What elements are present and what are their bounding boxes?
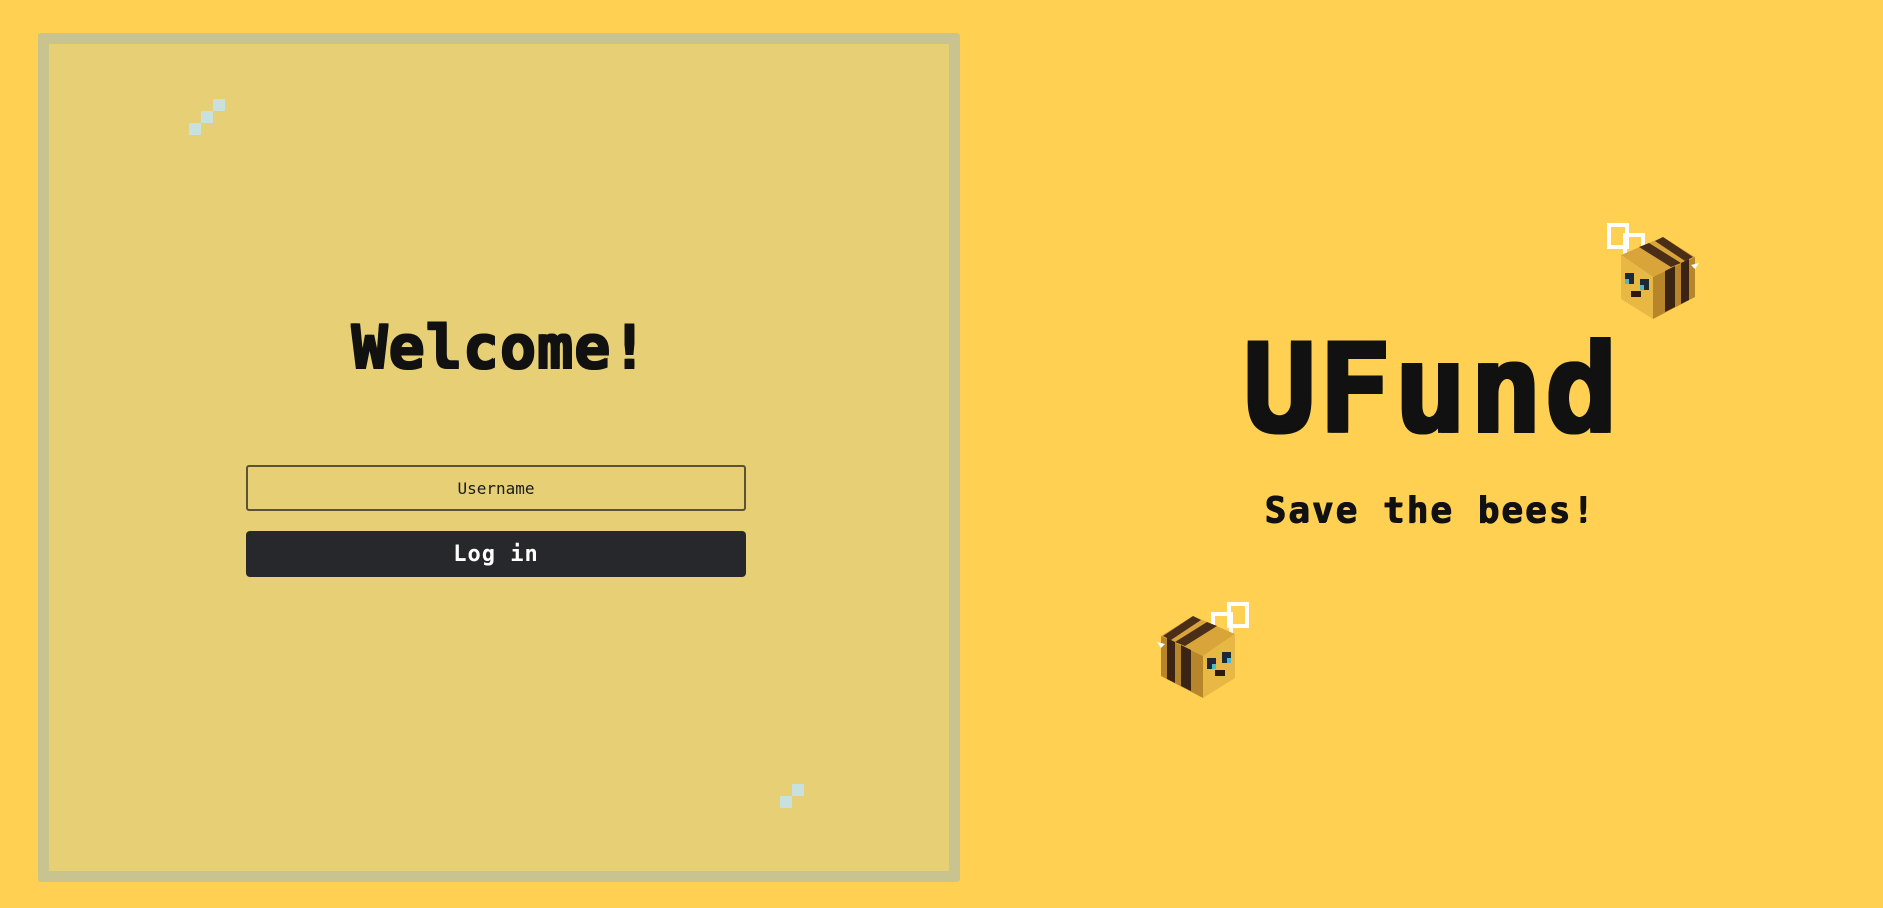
welcome-title: Welcome! <box>350 312 648 382</box>
brand-tagline: Save the bees! <box>1264 490 1596 531</box>
bee-icon <box>1157 600 1253 700</box>
brand-title: UFund <box>1241 317 1619 459</box>
bee-icon <box>1603 221 1699 321</box>
login-button[interactable]: Log in <box>246 531 746 577</box>
username-input[interactable] <box>246 465 746 511</box>
login-panel <box>38 33 960 882</box>
sparkle-icon <box>189 99 225 135</box>
sparkle-icon <box>780 784 804 808</box>
